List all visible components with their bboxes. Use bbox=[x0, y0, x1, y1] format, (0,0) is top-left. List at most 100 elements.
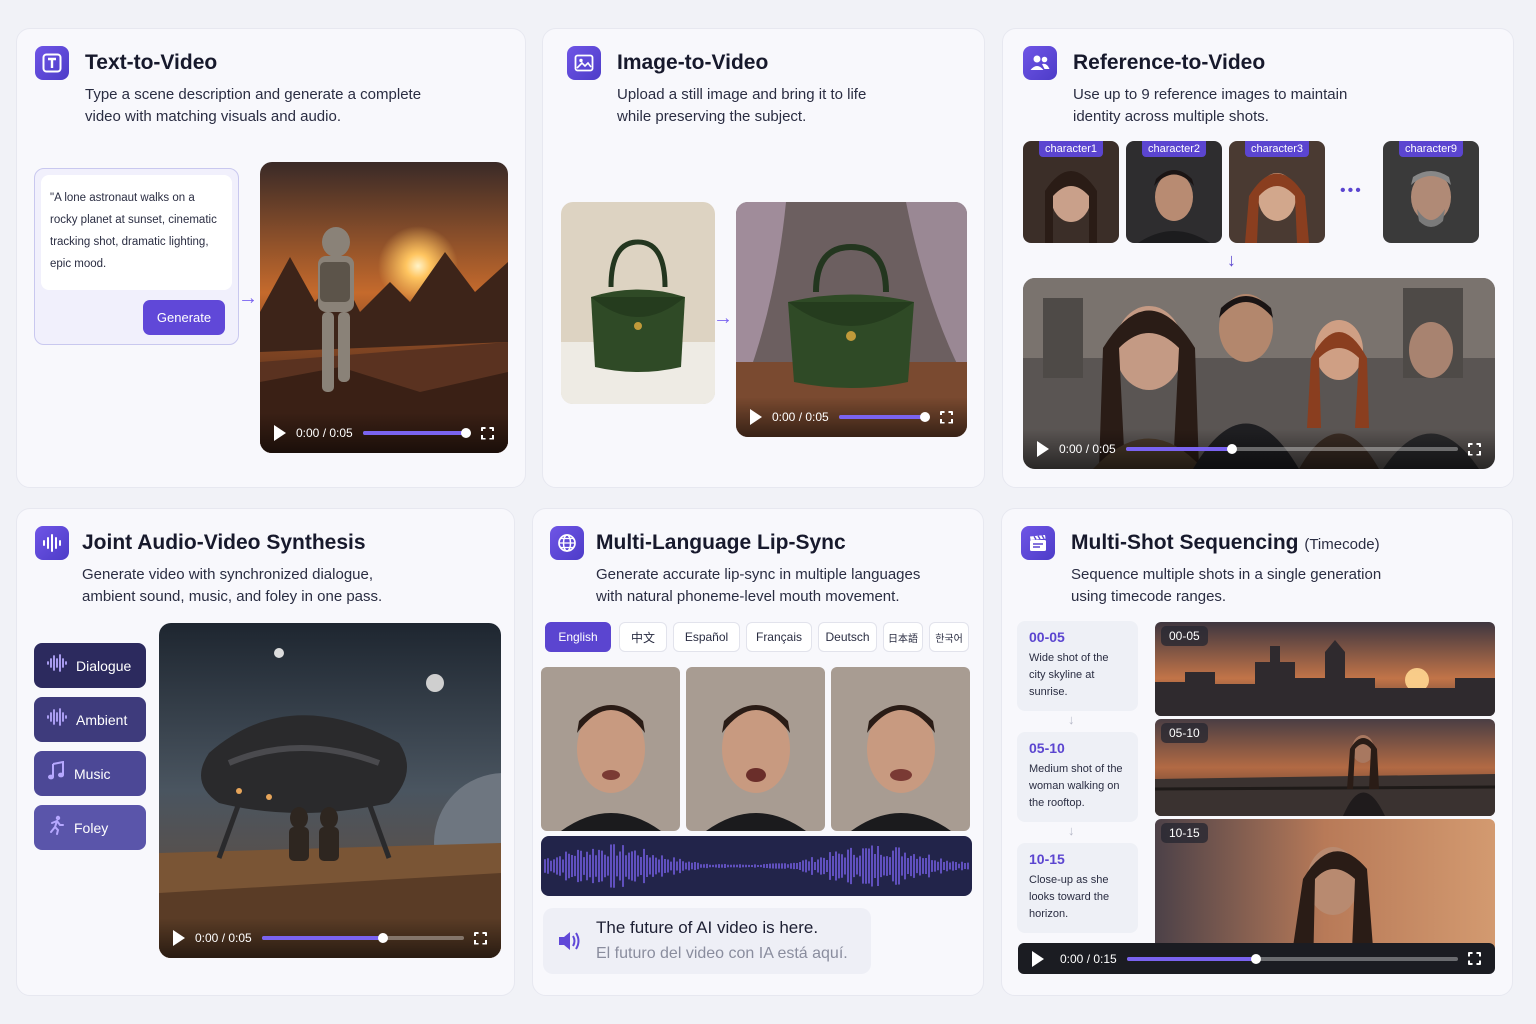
reference-thumbnail[interactable]: character1 bbox=[1023, 141, 1119, 243]
generate-button[interactable]: Generate bbox=[143, 300, 225, 335]
sequence-player-controls: 0:00 / 0:15 bbox=[1018, 943, 1495, 974]
tab-german[interactable]: Deutsch bbox=[818, 622, 877, 652]
lip-sync-frame bbox=[831, 667, 970, 831]
globe-icon bbox=[550, 526, 584, 560]
card-title: Joint Audio-Video Synthesis bbox=[82, 531, 366, 554]
lip-sync-frame bbox=[541, 667, 680, 831]
arrow-right-icon: → bbox=[713, 307, 733, 329]
card-description: Use up to 9 reference images to maintain… bbox=[1073, 86, 1348, 125]
music-note-icon bbox=[46, 760, 66, 786]
tab-french[interactable]: Français bbox=[746, 622, 812, 652]
fullscreen-icon[interactable] bbox=[481, 426, 494, 440]
timestamp: 0:00 / 0:15 bbox=[1060, 951, 1117, 966]
progress-bar[interactable] bbox=[261, 933, 464, 943]
audio-waveform bbox=[541, 836, 972, 896]
timestamp: 0:00 / 0:05 bbox=[195, 931, 252, 945]
play-icon[interactable] bbox=[173, 930, 185, 946]
shot-description: Close-up as she looks toward the horizon… bbox=[1029, 874, 1110, 920]
shot-description: Medium shot of the woman walking on the … bbox=[1029, 763, 1123, 809]
tab-spanish[interactable]: Español bbox=[673, 622, 740, 652]
timecode: 10-15 bbox=[1029, 851, 1065, 867]
progress-bar[interactable] bbox=[838, 412, 931, 422]
text-icon bbox=[35, 46, 69, 80]
timecode-tag: 00-05 bbox=[1161, 626, 1208, 646]
fullscreen-icon[interactable] bbox=[474, 931, 487, 945]
shot-thumbnail[interactable]: 00-05 bbox=[1155, 622, 1495, 716]
play-icon[interactable] bbox=[1037, 441, 1049, 457]
running-figure-icon bbox=[46, 815, 66, 840]
arrow-down-icon: ↓ bbox=[1068, 712, 1075, 727]
waveform-icon bbox=[46, 654, 68, 677]
fullscreen-icon[interactable] bbox=[1468, 952, 1481, 965]
astronaut-video[interactable]: 0:00 / 0:05 bbox=[260, 162, 508, 453]
tab-korean[interactable]: 한국어 bbox=[929, 622, 969, 652]
card-title: Multi-Language Lip-Sync bbox=[596, 531, 846, 554]
card-description: Generate video with synchronized dialogu… bbox=[82, 566, 383, 605]
video-controls: 0:00 / 0:05 bbox=[260, 413, 508, 453]
card-title: Text-to-Video bbox=[85, 51, 218, 74]
fullscreen-icon[interactable] bbox=[940, 410, 953, 424]
fullscreen-icon[interactable] bbox=[1468, 442, 1481, 456]
shot-thumbnail[interactable]: 05-10 bbox=[1155, 719, 1495, 816]
caption-line-translation: El futuro del video con IA está aquí. bbox=[596, 945, 848, 962]
shot-item[interactable]: 10-15 Close-up as she looks toward the h… bbox=[1017, 843, 1138, 933]
character-badge: character9 bbox=[1399, 141, 1463, 157]
video-controls: 0:00 / 0:05 bbox=[1023, 429, 1495, 469]
shot-description: Wide shot of the city skyline at sunrise… bbox=[1029, 652, 1109, 698]
arrow-right-icon: → bbox=[238, 287, 258, 309]
character-badge: character1 bbox=[1039, 141, 1103, 157]
ambient-button[interactable]: Ambient bbox=[34, 697, 146, 742]
progress-bar[interactable] bbox=[1125, 444, 1458, 454]
more-characters-ellipsis: ••• bbox=[1340, 182, 1363, 199]
card-description: Generate accurate lip-sync in multiple l… bbox=[596, 566, 921, 605]
tab-english[interactable]: English bbox=[545, 622, 611, 652]
arrow-down-icon: ↓ bbox=[1227, 250, 1236, 270]
shot-item[interactable]: 00-05 Wide shot of the city skyline at s… bbox=[1017, 621, 1138, 711]
audio-waveform-icon bbox=[35, 526, 69, 560]
speaker-icon bbox=[557, 930, 581, 957]
shot-item[interactable]: 05-10 Medium shot of the woman walking o… bbox=[1017, 732, 1138, 822]
button-label: Dialogue bbox=[76, 657, 132, 674]
progress-bar[interactable] bbox=[1126, 953, 1458, 964]
tab-chinese[interactable]: 中文 bbox=[619, 622, 667, 652]
video-controls: 0:00 / 0:05 bbox=[736, 397, 967, 437]
button-label: Ambient bbox=[76, 711, 128, 728]
timestamp: 0:00 / 0:05 bbox=[296, 426, 353, 440]
users-icon bbox=[1023, 46, 1057, 80]
speech-caption: The future of AI video is here. El futur… bbox=[543, 908, 871, 974]
group-video[interactable]: 0:00 / 0:05 bbox=[1023, 278, 1495, 469]
progress-bar[interactable] bbox=[362, 428, 471, 438]
button-label: Music bbox=[74, 765, 111, 782]
card-description: Sequence multiple shots in a single gene… bbox=[1071, 566, 1382, 605]
reference-thumbnail[interactable]: character2 bbox=[1126, 141, 1222, 243]
timestamp: 0:00 / 0:05 bbox=[1059, 442, 1116, 456]
reference-thumbnail[interactable]: character3 bbox=[1229, 141, 1325, 243]
timecode: 05-10 bbox=[1029, 740, 1065, 756]
dialogue-button[interactable]: Dialogue bbox=[34, 643, 146, 688]
spaceship-video[interactable]: 0:00 / 0:05 bbox=[159, 623, 501, 958]
prompt-input[interactable]: "A lone astronaut walks on a rocky plane… bbox=[41, 175, 232, 290]
timecode-tag: 10-15 bbox=[1161, 823, 1208, 843]
arrow-down-icon: ↓ bbox=[1068, 823, 1075, 838]
play-icon[interactable] bbox=[750, 409, 762, 425]
handbag-source-image bbox=[561, 202, 715, 404]
character-badge: character2 bbox=[1142, 141, 1206, 157]
card-description: Upload a still image and bring it to lif… bbox=[617, 86, 867, 125]
video-controls: 0:00 / 0:05 bbox=[159, 918, 501, 958]
handbag-video[interactable]: 0:00 / 0:05 bbox=[736, 202, 967, 437]
music-button[interactable]: Music bbox=[34, 751, 146, 796]
caption-line-primary: The future of AI video is here. bbox=[596, 918, 819, 937]
reference-thumbnail[interactable]: character9 bbox=[1383, 141, 1479, 243]
timecode: 00-05 bbox=[1029, 629, 1065, 645]
card-title: Reference-to-Video bbox=[1073, 51, 1266, 74]
title-suffix: (Timecode) bbox=[1304, 536, 1380, 553]
timecode-tag: 05-10 bbox=[1161, 723, 1208, 743]
card-description: Type a scene description and generate a … bbox=[85, 86, 422, 125]
play-icon[interactable] bbox=[274, 425, 286, 441]
lip-sync-frame bbox=[686, 667, 825, 831]
waveform-icon bbox=[46, 708, 68, 731]
tab-japanese[interactable]: 日本語 bbox=[883, 622, 923, 652]
play-icon[interactable] bbox=[1032, 950, 1044, 967]
foley-button[interactable]: Foley bbox=[34, 805, 146, 850]
card-title: Image-to-Video bbox=[617, 51, 769, 74]
